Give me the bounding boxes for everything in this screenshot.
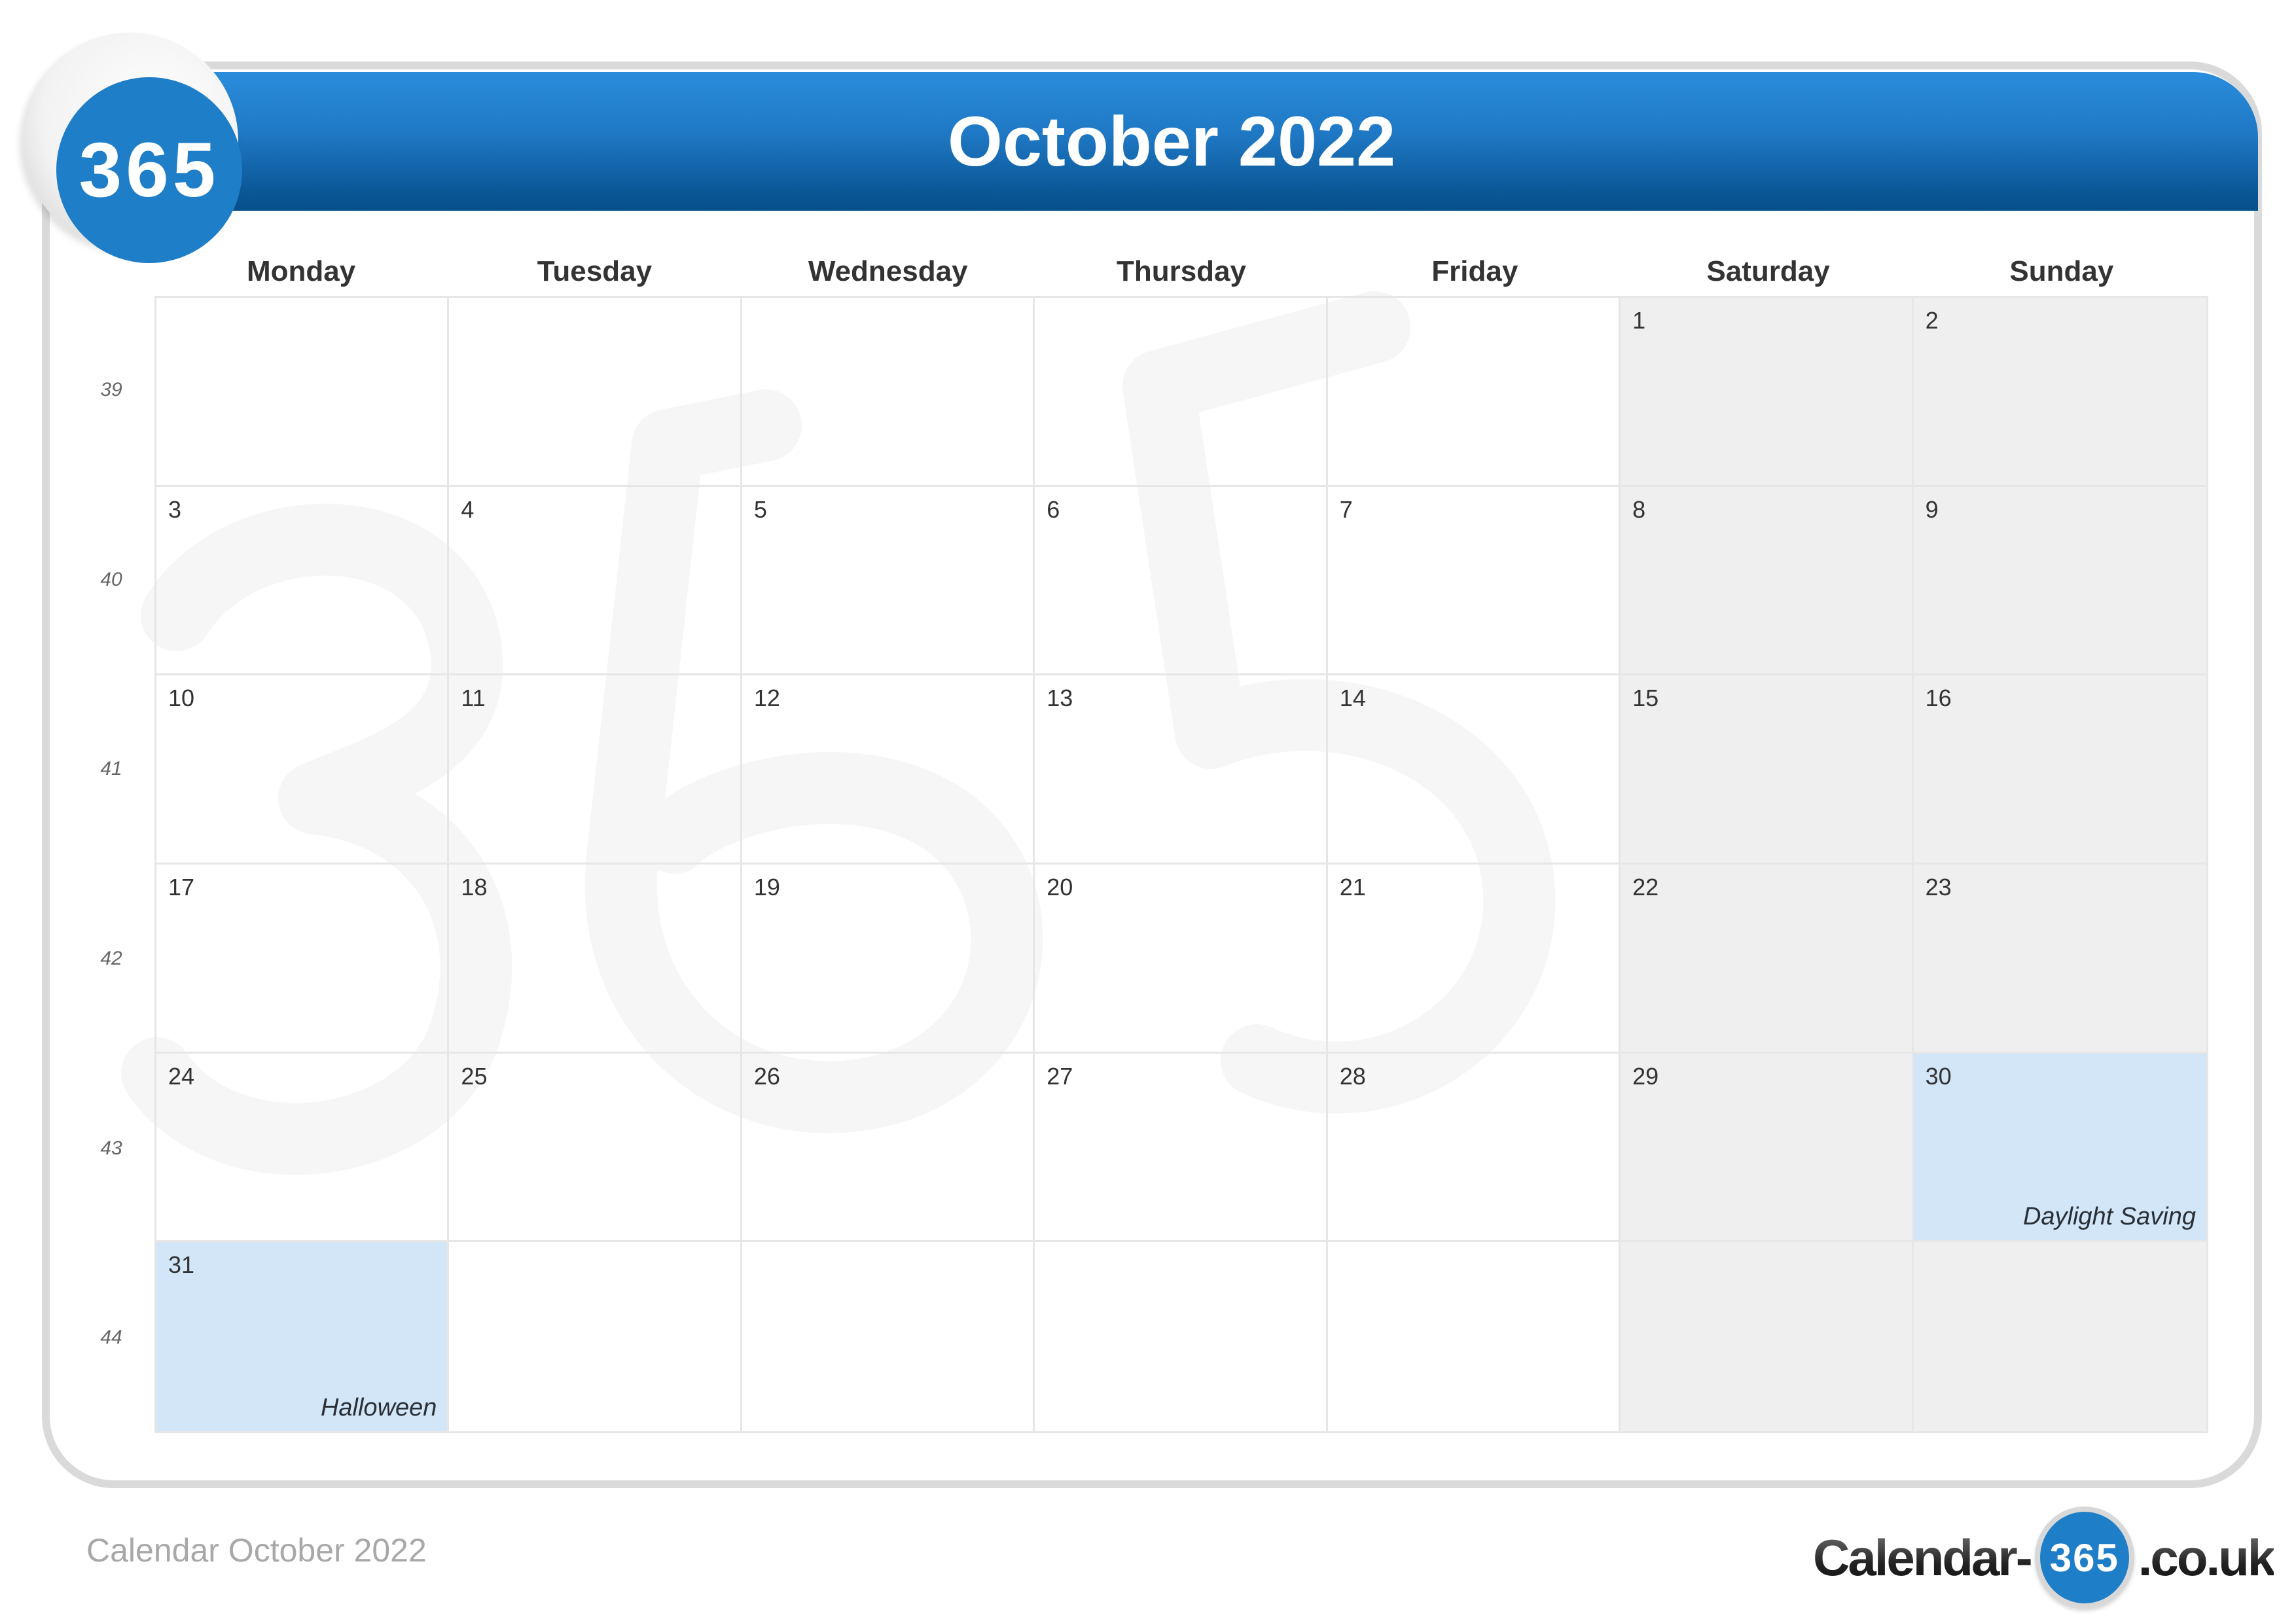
day-number: 15 (1632, 685, 1659, 712)
day-cell-25[interactable]: 25 (449, 1053, 742, 1243)
week-number: 41 (100, 758, 122, 780)
event-label: Daylight Saving (2022, 1203, 2196, 1231)
day-number: 28 (1339, 1062, 1366, 1090)
day-cell-27[interactable]: 27 (1035, 1053, 1328, 1243)
day-cell-18[interactable]: 18 (449, 864, 742, 1054)
weekday-header-monday: Monday (247, 255, 356, 287)
day-cell-23[interactable]: 23 (1913, 864, 2206, 1054)
day-number: 12 (753, 685, 780, 712)
day-cell-13[interactable]: 13 (1035, 675, 1328, 865)
day-number: 26 (753, 1062, 780, 1090)
page-title: October 2022 (947, 101, 1396, 181)
day-number: 17 (168, 873, 195, 901)
day-number: 31 (168, 1251, 195, 1279)
day-cell-10[interactable]: 10 (156, 675, 450, 865)
day-cell-3[interactable]: 3 (156, 486, 450, 676)
day-cell-28[interactable]: 28 (1327, 1053, 1621, 1243)
weekday-header-tuesday: Tuesday (537, 255, 653, 287)
week-number: 42 (100, 947, 122, 969)
week-number: 40 (100, 568, 122, 590)
day-number: 4 (461, 495, 475, 523)
empty-day-cell (1328, 1242, 1621, 1431)
day-cell-31[interactable]: 31 Halloween (156, 1242, 450, 1431)
day-cell-5[interactable]: 5 (742, 486, 1035, 676)
day-number: 22 (1632, 873, 1659, 901)
day-number: 13 (1047, 685, 1073, 712)
logo-365-text: 365 (56, 77, 242, 263)
day-number: 16 (1925, 685, 1952, 712)
day-cell-2[interactable]: 2 (1913, 298, 2206, 487)
day-cell-12[interactable]: 12 (742, 675, 1035, 865)
week-number: 43 (100, 1137, 122, 1159)
day-cell-14[interactable]: 14 (1327, 675, 1621, 865)
day-number: 29 (1632, 1062, 1659, 1090)
day-number: 23 (1925, 873, 1952, 901)
day-number: 21 (1339, 873, 1366, 901)
empty-day-cell (449, 1242, 742, 1431)
day-cell-29[interactable]: 29 (1621, 1053, 1914, 1243)
day-cell-24[interactable]: 24 (156, 1053, 450, 1243)
brand-prefix: Calendar- (1813, 1528, 2033, 1586)
day-number: 7 (1339, 495, 1353, 523)
day-cell-21[interactable]: 21 (1327, 864, 1621, 1054)
brand-365-badge: 365 (2034, 1507, 2134, 1609)
event-label: Halloween (320, 1393, 437, 1421)
week-number: 39 (100, 378, 122, 401)
day-cell-22[interactable]: 22 (1621, 864, 1914, 1054)
day-number: 18 (461, 873, 488, 901)
day-number: 10 (168, 685, 195, 712)
empty-day-cell (742, 1242, 1035, 1431)
weekday-header-friday: Friday (1431, 255, 1518, 287)
day-number: 30 (1925, 1062, 1952, 1090)
day-cell-19[interactable]: 19 (742, 864, 1035, 1054)
day-number: 19 (753, 873, 780, 901)
day-number: 2 (1925, 307, 1939, 334)
logo-365-badge: 365 (22, 33, 242, 263)
calendar-grid: 1 2 3 4 5 6 7 8 9 10 11 12 13 14 15 16 17 18 19 20 21 22 23 24 2… (154, 296, 2208, 1433)
empty-day-cell (449, 298, 742, 487)
empty-day-cell (742, 298, 1035, 487)
day-number: 24 (168, 1062, 195, 1090)
weekday-header-wednesday: Wednesday (808, 255, 968, 287)
day-cell-26[interactable]: 26 (742, 1053, 1035, 1243)
day-number: 20 (1047, 873, 1073, 901)
day-number: 25 (461, 1062, 488, 1090)
empty-day-cell (156, 298, 450, 487)
day-number: 8 (1632, 495, 1646, 523)
day-number: 14 (1339, 685, 1366, 712)
empty-day-cell (1035, 298, 1328, 487)
day-cell-11[interactable]: 11 (449, 675, 742, 865)
week-number: 44 (100, 1327, 122, 1349)
day-cell-30[interactable]: 30 Daylight Saving (1913, 1053, 2206, 1243)
weekday-header-sunday: Sunday (2009, 255, 2114, 287)
weekday-header-saturday: Saturday (1706, 255, 1830, 287)
day-cell-8[interactable]: 8 (1621, 486, 1914, 676)
empty-day-cell (1327, 298, 1621, 487)
brand-logo[interactable]: Calendar- 365 .co.uk (1813, 1505, 2276, 1610)
day-cell-6[interactable]: 6 (1035, 486, 1328, 676)
weekday-header-thursday: Thursday (1116, 255, 1246, 287)
day-cell-1[interactable]: 1 (1621, 298, 1914, 487)
empty-day-cell (1035, 1242, 1328, 1431)
footer-caption: Calendar October 2022 (86, 1532, 427, 1569)
empty-day-cell (1913, 1242, 2206, 1431)
day-number: 3 (168, 495, 182, 523)
brand-suffix: .co.uk (2138, 1528, 2276, 1586)
day-number: 5 (753, 495, 767, 523)
day-cell-7[interactable]: 7 (1327, 486, 1621, 676)
day-cell-15[interactable]: 15 (1621, 675, 1914, 865)
day-number: 6 (1047, 495, 1060, 523)
day-cell-4[interactable]: 4 (449, 486, 742, 676)
day-number: 11 (461, 685, 486, 712)
day-number: 27 (1047, 1062, 1073, 1090)
day-cell-20[interactable]: 20 (1035, 864, 1328, 1054)
empty-day-cell (1621, 1242, 1914, 1431)
day-number: 9 (1925, 495, 1939, 523)
day-cell-9[interactable]: 9 (1913, 486, 2206, 676)
day-number: 1 (1632, 307, 1646, 334)
day-cell-16[interactable]: 16 (1913, 675, 2206, 865)
day-cell-17[interactable]: 17 (156, 864, 450, 1054)
